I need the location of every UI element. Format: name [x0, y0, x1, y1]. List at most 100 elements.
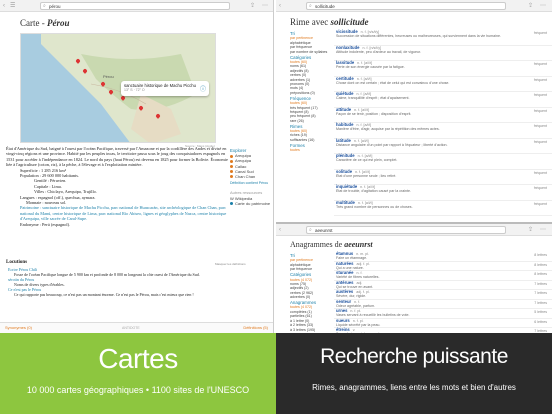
result-definition: Faire un étamnage. — [336, 256, 368, 261]
result-word[interactable]: solitude — [336, 169, 352, 174]
result-row[interactable]: vicissitude n. f. [n/s/t/y] fréquent Succes… — [334, 29, 552, 46]
result-pos: n. f. pl. — [352, 318, 364, 323]
result-word[interactable]: antérues — [336, 280, 353, 285]
result-word[interactable]: attitude — [336, 107, 351, 112]
more-icon[interactable]: ⋯ — [540, 226, 546, 234]
anagram-panel: ‹ ⌕ aeeunrst ⇪ ⋯ Anagrammes de aeeunrst … — [276, 222, 552, 333]
map-label: Pérou — [103, 74, 114, 79]
result-pos: n. f. [a/i/t] — [354, 107, 369, 112]
result-definition: Calme, tranquillité d'esprit ; état d'ap… — [336, 96, 410, 101]
article-heritage: Patrimoine : sanctuaire historique de Ma… — [20, 205, 227, 222]
share-icon[interactable]: ⇪ — [250, 2, 255, 10]
result-word[interactable]: multitude — [336, 200, 355, 205]
share-icon[interactable]: ⇪ — [528, 226, 533, 234]
heritage-map-link[interactable]: Carte du patrimoine — [230, 201, 272, 206]
result-row[interactable]: étamnus n. m. pl. 8 lettres Faire un étamna… — [334, 251, 552, 262]
result-row[interactable]: naturées adj. f. pl. 8 lettres Qui a une na… — [334, 261, 552, 271]
filter-option[interactable]: rare (26) — [290, 119, 330, 123]
locutions-title: Locutions — [6, 260, 28, 265]
menu-icon[interactable]: ☰ — [10, 2, 15, 10]
result-row[interactable]: solitude n. f. [a/i/t] fréquent État d'une … — [334, 169, 552, 185]
map-callout[interactable]: sanctuaire historique de Machu Picchu 13… — [121, 81, 209, 96]
back-icon[interactable]: ‹ — [279, 226, 281, 234]
rhyme-panel: ‹ ⌕ sollicitude ⇪ ⋯ Rime avec sollicitud… — [276, 0, 552, 220]
result-pos: n. f. — [354, 299, 361, 304]
result-tag: fréquent — [533, 201, 547, 206]
result-pos: n. f. [a/i/t] — [357, 200, 373, 205]
result-word[interactable]: sueurs — [336, 318, 350, 323]
banner-maps: Cartes 10 000 cartes géographiques • 110… — [0, 333, 276, 414]
result-row[interactable]: nonlaxitude n. f. [n/s/t/y] Attitude indol… — [334, 45, 552, 61]
result-definition: Succession de situations différentes, he… — [336, 34, 501, 39]
result-row[interactable]: austères adj. f. pl. 7 lettres Sévère, dur,… — [334, 289, 552, 300]
result-row[interactable]: habitude n. f. [a/i/t] fréquent Manière d'ê… — [334, 122, 552, 139]
result-pos: n. f. [a/i/t] — [353, 138, 369, 143]
page-title: Rime avec sollicitude — [290, 17, 369, 27]
result-word[interactable]: certitude — [336, 76, 354, 81]
result-row[interactable]: inquiétude n. f. [a/i/t] fréquent État de t… — [334, 184, 552, 201]
result-row[interactable]: multitude n. f. [a/i/t] fréquent Très grand… — [334, 200, 552, 216]
back-icon[interactable]: ‹ — [279, 2, 281, 10]
result-definition: État de trouble, d'agitation causé par l… — [336, 189, 412, 194]
rhyme-filters: Tri par pertinence alphabétique par fréquen… — [290, 31, 330, 153]
result-row[interactable]: quiétude n. f. [a/i/t] fréquent Calme, tran… — [334, 91, 552, 108]
result-tag: fréquent — [533, 124, 547, 128]
result-row[interactable]: senteur n. f. 7 lettres Odeur agréable, par… — [334, 299, 552, 309]
result-row[interactable]: sturanée n. f. 8 lettres Variété de fibres … — [334, 270, 552, 281]
result-word[interactable]: senteur — [336, 299, 351, 304]
result-row[interactable]: antérues adj. 7 lettres Qui se trouve en av… — [334, 280, 552, 290]
search-input[interactable]: ⌕ sollicitude — [306, 2, 506, 10]
filter-option[interactable]: par nombre de syllabes — [290, 50, 330, 54]
filter-option[interactable]: toutes — [290, 148, 330, 152]
result-pos: n. f. [a/i/t] — [355, 169, 370, 174]
rhyme-results: vicissitude n. f. [n/s/t/y] fréquent Succes… — [334, 29, 552, 220]
result-row[interactable]: plénitude n. f. [a/i/t] Caractère de ce qu… — [334, 153, 552, 170]
result-definition: Sévère, dur, rigide. — [336, 294, 367, 299]
result-row[interactable]: urnes n. f. pl. 5 lettres Vases servant à r… — [334, 308, 552, 319]
page-title: Carte - Pérou — [20, 18, 70, 28]
search-icon: ⌕ — [43, 3, 46, 9]
result-row[interactable]: certitude n. f. [a/i/t] fréquent Chose dont… — [334, 76, 552, 92]
result-definition: Très grand nombre de personnes ou de cho… — [336, 204, 413, 209]
result-row[interactable]: latitude n. f. [a/i/t] fréquent Distance an… — [334, 138, 552, 154]
page-title: Anagrammes de aeeunrst — [290, 240, 373, 249]
result-tag: fréquent — [533, 139, 547, 144]
result-definition: Odeur agréable, parfum. — [336, 303, 376, 308]
result-row[interactable]: attitude n. f. [a/i/t] fréquent Façon de se… — [334, 107, 552, 123]
result-definition: Chose dont on est certain ; état de celu… — [336, 80, 450, 85]
search-icon: ⌕ — [309, 227, 312, 233]
locution-def: Ce qui rapporte pas beaucoup, ce n'est p… — [14, 292, 194, 297]
result-word[interactable]: latitude — [336, 138, 351, 143]
definition-link[interactable]: Définition contient Pérou — [230, 181, 272, 186]
result-pos: adj. — [356, 280, 363, 285]
search-value: pérou — [49, 4, 61, 9]
explore-sidebar: Explorer Arequipa Arequipa Callao Canal … — [230, 148, 272, 206]
hide-definitions-button[interactable]: Masquer les définitions — [215, 262, 246, 266]
map[interactable]: sanctuaire historique de Machu Picchu 13… — [20, 33, 216, 143]
search-input[interactable]: ⌕ pérou — [40, 2, 230, 10]
search-input[interactable]: ⌕ aeeunrst — [306, 226, 506, 234]
filter-option[interactable]: prépositions (0) — [290, 91, 330, 95]
sidebar-item[interactable]: Chan Chan — [230, 174, 272, 179]
left-panel: ‹ ☰ ⌕ pérou ⇪ ⋯ Carte - Pérou sanctuaire… — [0, 0, 274, 333]
back-icon[interactable]: ‹ — [3, 2, 5, 10]
share-icon[interactable]: ⇪ — [528, 2, 533, 10]
filter-option[interactable]: suffisantes (16) — [290, 138, 330, 142]
result-definition: Qui se trouve en avant. — [336, 284, 374, 289]
info-icon[interactable]: ⓘ — [200, 84, 206, 93]
banner-subtitle: 10 000 cartes géographiques • 1100 sites… — [26, 385, 250, 395]
filter-option[interactable]: adverbes (0) — [290, 295, 330, 299]
search-icon: ⌕ — [309, 3, 312, 9]
filter-option[interactable]: par fréquence — [290, 267, 330, 271]
definitions-tab[interactable]: Définitions (5) — [243, 323, 268, 333]
synonyms-tab[interactable]: Synonymes (0) — [5, 323, 32, 333]
anagram-results: étamnus n. m. pl. 8 lettres Faire un étamna… — [334, 251, 552, 333]
more-icon[interactable]: ⋯ — [540, 2, 546, 10]
filter-option[interactable]: à 3 lettres (195) — [290, 328, 330, 332]
result-row[interactable]: lassitude n. f. [a/i/t] fréquent Perte de s… — [334, 60, 552, 77]
more-icon[interactable]: ⋯ — [262, 2, 268, 10]
result-word[interactable]: nonlaxitude — [336, 45, 360, 50]
result-row[interactable]: sueurs n. f. pl. 6 lettres Liquide sécrété … — [334, 318, 552, 328]
result-word[interactable]: naturées — [336, 261, 353, 266]
result-definition: Qui a une nature. — [336, 265, 364, 270]
